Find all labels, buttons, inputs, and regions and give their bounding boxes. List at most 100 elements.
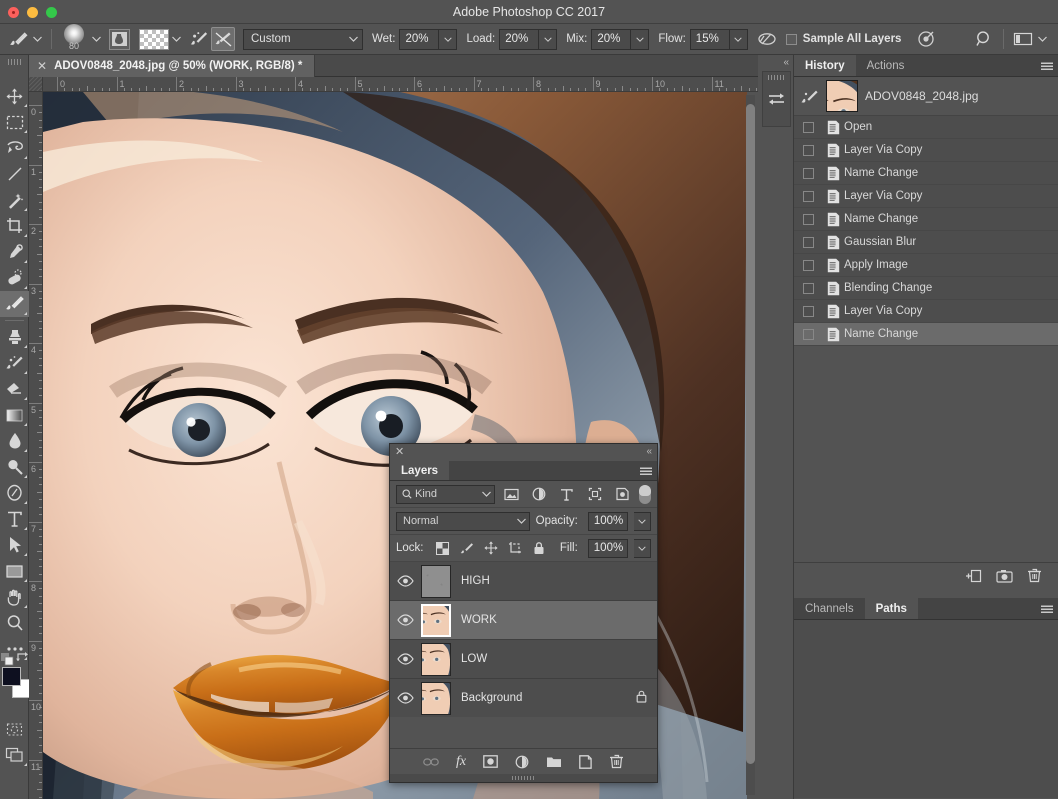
create-snapshot-button[interactable] [996,569,1013,583]
color-swatches[interactable] [0,664,29,706]
tool-eyedropper[interactable] [0,239,29,265]
layer-row[interactable]: Background [390,679,657,717]
airbrush-button[interactable] [755,27,779,51]
history-state-row[interactable]: Blending Change [794,277,1058,300]
tool-crop[interactable] [0,213,29,239]
tab-layers[interactable]: Layers [390,461,449,480]
vertical-ruler[interactable]: 01234567891011 [29,92,43,799]
layer-thumbnail[interactable] [421,643,451,676]
flow-stepper[interactable] [730,29,748,50]
tab-history[interactable]: History [794,55,856,76]
close-icon[interactable]: ✕ [395,446,404,458]
brush-combination-select[interactable]: Custom [243,29,363,50]
mix-input[interactable]: 20% [591,29,631,50]
wet-stepper[interactable] [439,29,457,50]
tablet-pressure-button[interactable] [914,27,938,51]
layer-visibility-toggle[interactable] [390,614,421,626]
brush-load-swatch-button[interactable] [109,29,130,50]
tool-rectangular-select[interactable] [0,109,29,135]
brush-preset-chevron[interactable] [89,36,103,42]
filter-smart-objects-button[interactable] [611,484,633,504]
load-input[interactable]: 20% [499,29,539,50]
panel-grip[interactable] [768,75,784,80]
tool-eraser[interactable] [0,376,29,402]
delete-state-button[interactable] [1027,568,1042,583]
new-layer-button[interactable] [579,755,592,769]
history-state-row[interactable]: Name Change [794,162,1058,185]
tool-lasso[interactable] [0,135,29,161]
tool-type[interactable] [0,506,29,532]
paths-panel-menu-button[interactable] [1036,598,1058,619]
flow-input[interactable]: 15% [690,29,730,50]
history-state-row[interactable]: Layer Via Copy [794,185,1058,208]
layers-panel[interactable]: ✕ « Layers Kind [389,443,658,783]
opacity-input[interactable]: 100% [588,512,628,531]
brush-settings-icon-panel[interactable] [762,71,791,127]
quick-mask-button[interactable] [0,716,29,742]
new-adjustment-layer-button[interactable] [515,755,529,769]
layer-list[interactable]: HIGH WORK LOW [390,562,657,717]
tool-hand[interactable] [0,584,29,610]
tool-dodge[interactable] [0,454,29,480]
history-state-row[interactable]: Layer Via Copy [794,300,1058,323]
lock-image-pixels-button[interactable] [458,539,476,558]
layer-visibility-toggle[interactable] [390,653,421,665]
history-snapshot-row[interactable]: ADOV0848_2048.jpg [794,77,1058,116]
history-state-checkbox[interactable] [794,283,822,294]
layer-row[interactable]: WORK [390,601,657,640]
history-state-checkbox[interactable] [794,329,822,340]
toolbar-grip[interactable] [8,59,21,65]
workspace-chevron[interactable] [1035,36,1049,42]
layer-thumbnail[interactable] [421,604,451,637]
tool-preset-chevron[interactable] [30,36,44,42]
search-button[interactable] [972,27,996,51]
foreground-color-swatch[interactable] [2,667,21,686]
tab-channels[interactable]: Channels [794,598,865,619]
layer-visibility-toggle[interactable] [390,575,421,587]
lock-position-button[interactable] [482,539,500,558]
layer-thumbnail[interactable] [421,682,451,715]
filter-kind-select[interactable]: Kind [396,485,495,504]
active-tool-preset-picker[interactable] [0,29,44,49]
panel-resize-handle[interactable] [390,774,657,782]
filter-enable-toggle[interactable] [639,485,651,504]
history-state-row[interactable]: Name Change [794,323,1058,346]
lock-artboard-nesting-button[interactable] [506,539,524,558]
tool-blur[interactable] [0,428,29,454]
filter-shape-layers-button[interactable] [584,484,606,504]
tool-move[interactable] [0,83,29,109]
load-brush-after-stroke-button[interactable] [211,27,235,51]
history-state-row[interactable]: Gaussian Blur [794,231,1058,254]
filter-type-layers-button[interactable] [556,484,578,504]
history-state-row[interactable]: Name Change [794,208,1058,231]
tool-mixer-brush[interactable] [0,291,29,317]
document-tab[interactable]: ✕ ADOV0848_2048.jpg @ 50% (WORK, RGB/8) … [29,55,315,77]
tool-pen[interactable] [0,480,29,506]
swatch-chevron[interactable] [169,36,183,42]
layers-panel-titlebar[interactable]: ✕ « [390,444,657,461]
scrollbar-thumb[interactable] [746,104,755,764]
brush-preset-picker[interactable]: 80 [59,25,89,54]
history-state-checkbox[interactable] [794,214,822,225]
tool-zoom[interactable] [0,610,29,636]
new-group-button[interactable] [546,755,562,768]
collapse-to-icons-icon[interactable]: « [783,57,789,68]
history-state-checkbox[interactable] [794,145,822,156]
fill-stepper[interactable] [634,539,651,558]
layers-panel-menu-button[interactable] [635,461,657,480]
layer-style-button[interactable]: fx [456,754,466,770]
clean-brush-after-stroke-button[interactable] [187,27,211,51]
history-state-row[interactable]: Apply Image [794,254,1058,277]
tool-gradient[interactable] [0,402,29,428]
tab-paths[interactable]: Paths [865,598,918,619]
history-state-checkbox[interactable] [794,122,822,133]
history-panel-menu-button[interactable] [1036,55,1058,76]
lock-transparent-pixels-button[interactable] [434,539,452,558]
collapse-to-icons-icon[interactable]: « [646,446,652,458]
sample-all-layers-checkbox[interactable] [786,34,797,45]
tool-history-brush[interactable] [0,350,29,376]
layer-row[interactable]: LOW [390,640,657,679]
swap-colors-icon[interactable] [16,651,28,666]
tab-actions[interactable]: Actions [856,55,916,76]
opacity-stepper[interactable] [634,512,651,531]
